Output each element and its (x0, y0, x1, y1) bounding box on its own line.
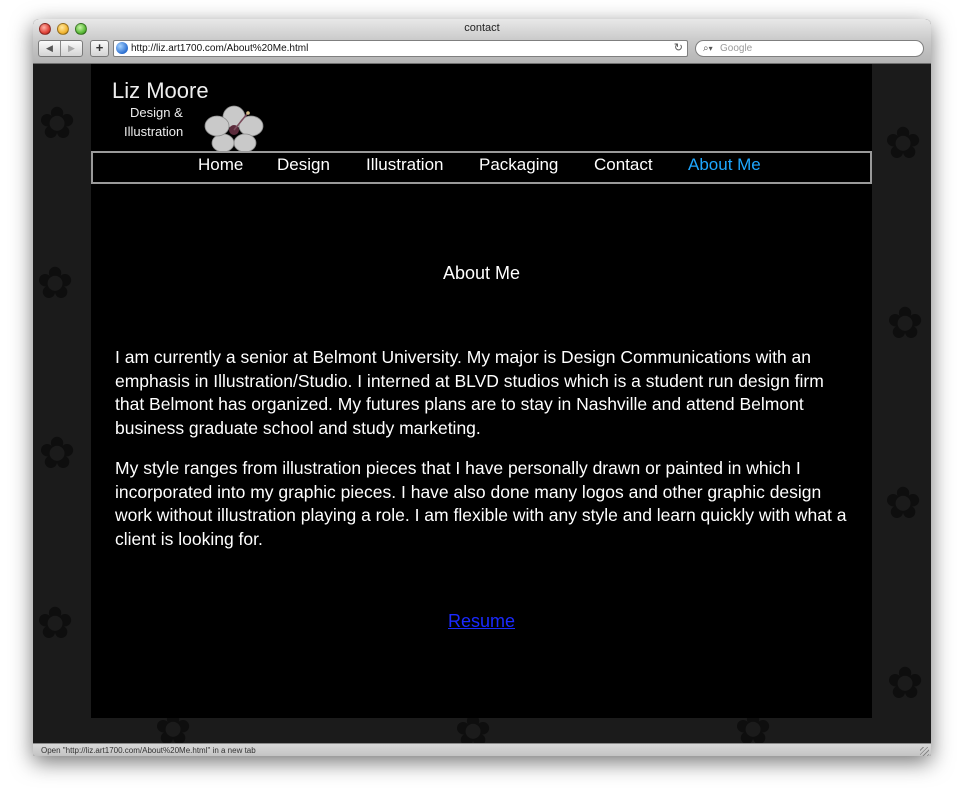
site-logo-name[interactable]: Liz Moore (112, 78, 209, 104)
about-paragraph: I am currently a senior at Belmont Unive… (115, 347, 824, 438)
hibiscus-flower-icon (204, 105, 264, 153)
status-text: Open "http://liz.art1700.com/About%20Me.… (41, 746, 256, 755)
page-title: About Me (442, 263, 521, 283)
title-bar: contact ◀ ▶ + http://liz.art1700.com/Abo… (33, 19, 931, 64)
page-viewport[interactable]: ✿ ✿ ✿ ✿ ✿ ✿ ✿ ✿ ✿ ✿ ✿ Liz Moore Design &… (33, 64, 931, 743)
background-flower-icon: ✿ (884, 119, 922, 168)
back-icon[interactable]: ◀ (39, 41, 60, 56)
nav-home[interactable]: Home (198, 155, 243, 175)
resize-grip-icon[interactable] (920, 747, 929, 756)
background-flower-icon: ✿ (884, 479, 922, 528)
search-icon[interactable]: ⌕ (703, 41, 713, 56)
window-title: contact (464, 22, 500, 34)
url-text[interactable]: http://liz.art1700.com/About%20Me.html (131, 42, 308, 55)
background-flower-icon: ✿ (36, 259, 74, 308)
background-flower-icon: ✿ (38, 429, 76, 478)
back-forward-buttons: ◀ ▶ (38, 40, 83, 57)
url-bar[interactable]: http://liz.art1700.com/About%20Me.html ↻ (113, 40, 688, 57)
search-field[interactable]: ⌕ Google (695, 40, 924, 57)
status-bar: Open "http://liz.art1700.com/About%20Me.… (33, 743, 931, 756)
about-paragraph: My style ranges from illustration pieces… (115, 458, 847, 549)
nav-about-me[interactable]: About Me (688, 155, 761, 175)
forward-icon[interactable]: ▶ (60, 41, 82, 56)
search-placeholder: Google (720, 43, 753, 54)
nav-illustration[interactable]: Illustration (366, 155, 443, 175)
nav-design[interactable]: Design (277, 155, 330, 175)
browser-window: contact ◀ ▶ + http://liz.art1700.com/Abo… (33, 19, 931, 756)
site-logo-tagline: Illustration (124, 124, 184, 139)
globe-icon (116, 42, 128, 54)
background-flower-icon: ✿ (886, 299, 924, 348)
resume-link-container: Resume (91, 611, 872, 632)
background-flower-icon: ✿ (36, 599, 74, 648)
background-flower-icon: ✿ (886, 659, 924, 708)
site-logo-tagline: Design & (130, 105, 183, 120)
add-bookmark-button[interactable]: + (90, 40, 109, 57)
resume-link[interactable]: Resume (448, 611, 515, 631)
main-navigation: Home Design Illustration Packaging Conta… (91, 151, 872, 184)
background-flower-icon: ✿ (38, 99, 76, 148)
nav-packaging[interactable]: Packaging (479, 155, 558, 175)
reload-icon[interactable]: ↻ (674, 41, 683, 56)
nav-contact[interactable]: Contact (594, 155, 653, 175)
page-content: Liz Moore Design & Illustration Home Des… (91, 64, 872, 718)
